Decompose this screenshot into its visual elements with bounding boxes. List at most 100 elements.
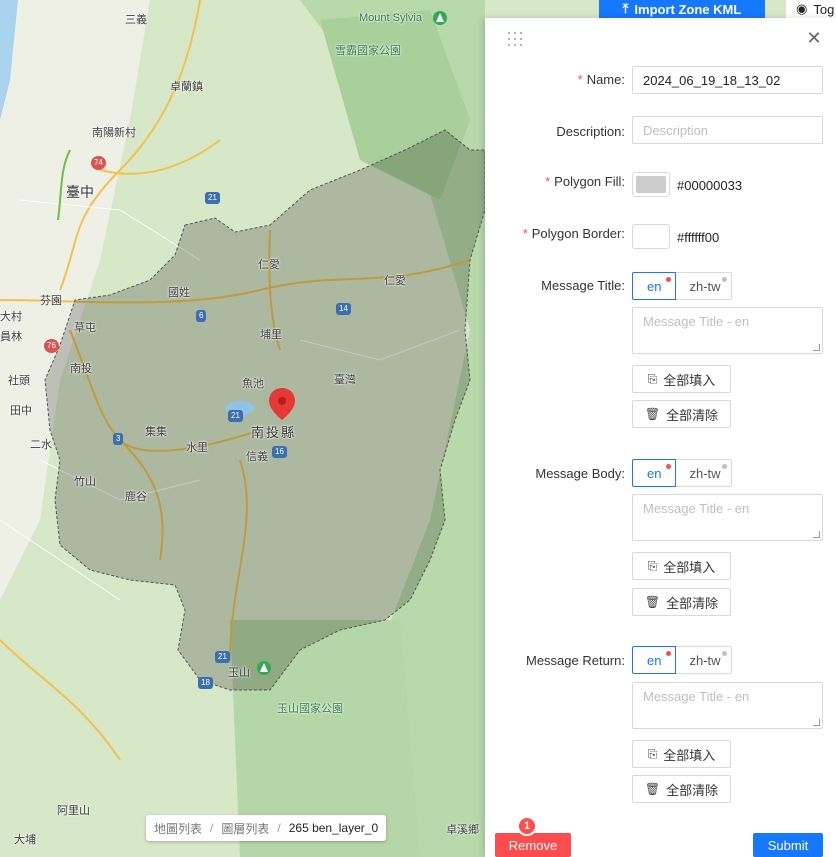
map-label: Mount Sylvia <box>359 12 422 24</box>
polygon-border-label: * Polygon Border: <box>522 226 625 241</box>
name-input[interactable]: 2024_06_19_18_13_02 <box>632 66 823 94</box>
resize-grip-icon <box>813 531 820 538</box>
map-label: 仁愛 <box>258 259 280 271</box>
name-label: * Name: <box>577 72 625 87</box>
message-title-tab-zh-tw[interactable]: zh-tw <box>676 272 732 300</box>
map-label: 鹿谷 <box>125 491 147 503</box>
map-label: 南投 <box>70 363 92 375</box>
eye-icon: ◉ <box>796 1 808 16</box>
message-return-textarea[interactable]: Message Title - en <box>632 682 823 729</box>
map-label: 卓蘭鎮 <box>170 81 203 93</box>
polygon-border-value: #ffffff00 <box>677 230 720 245</box>
message-return-tab-en[interactable]: en <box>632 646 677 674</box>
road-shield: 16 <box>272 446 287 458</box>
map-label: 社頭 <box>8 375 30 387</box>
map-label: 二水 <box>30 439 52 451</box>
polygon-border-swatch <box>636 228 666 245</box>
map-label: 三義 <box>125 14 147 26</box>
copy-icon: ⎘ <box>647 371 658 386</box>
map-label: 埔里 <box>260 329 282 341</box>
resize-grip-icon <box>813 344 820 351</box>
breadcrumb-separator: / <box>277 821 281 835</box>
map-label: 南陽新村 <box>92 127 136 139</box>
submit-button[interactable]: Submit <box>753 833 823 857</box>
road-shield: 21 <box>205 192 220 204</box>
message-body-tab-zh-tw[interactable]: zh-tw <box>676 459 732 487</box>
map-label: 芬園 <box>40 295 62 307</box>
message-title-label: Message Title: <box>541 278 625 293</box>
road-shield: 21 <box>215 651 230 663</box>
message-return-fill-all-button[interactable]: ⎘ 全部填入 <box>632 740 731 768</box>
remove-button[interactable]: Remove <box>495 833 571 857</box>
polygon-fill-label: * Polygon Fill: <box>545 174 625 189</box>
map-label: 國姓 <box>168 287 190 299</box>
import-zone-kml-label: Import Zone KML <box>634 1 742 17</box>
drag-handle-icon[interactable] <box>508 32 524 48</box>
breadcrumb-item-map-list[interactable]: 地圖列表 <box>154 820 202 837</box>
map-label: 卓溪鄉 <box>446 824 479 836</box>
message-body-textarea[interactable]: Message Title - en <box>632 494 823 541</box>
polygon-fill-swatch <box>636 176 666 193</box>
upload-icon: ⤒ <box>622 1 629 16</box>
message-title-lang-tabs: en zh-tw <box>632 272 732 300</box>
map-label: 竹山 <box>74 476 96 488</box>
map-label: 水里 <box>186 442 208 454</box>
map-label: 員林 <box>0 331 22 343</box>
remove-count-badge: 1 <box>517 816 537 836</box>
map-label: 雪霸國家公園 <box>335 45 401 57</box>
road-shield: 18 <box>198 677 213 689</box>
message-return-tab-zh-tw[interactable]: zh-tw <box>676 646 732 674</box>
trash-icon: 🗑 <box>644 782 661 796</box>
resize-grip-icon <box>813 719 820 726</box>
map-label: 臺灣 <box>334 374 356 386</box>
message-title-clear-all-button[interactable]: 🗑 全部清除 <box>632 400 731 428</box>
map-label: 田中 <box>10 405 32 417</box>
polygon-fill-color-picker[interactable] <box>632 172 670 197</box>
message-body-lang-tabs: en zh-tw <box>632 459 732 487</box>
close-icon[interactable]: ✕ <box>806 29 822 47</box>
polygon-fill-value: #00000033 <box>677 178 743 193</box>
copy-icon: ⎘ <box>647 746 658 761</box>
road-shield: 74 <box>91 156 106 170</box>
import-zone-kml-button[interactable]: ⤒ Import Zone KML <box>599 0 765 18</box>
road-shield: 14 <box>336 303 351 315</box>
trash-icon: 🗑 <box>644 595 661 609</box>
map-label: 大村 <box>0 311 22 323</box>
copy-icon: ⎘ <box>647 558 658 573</box>
polygon-border-color-picker[interactable] <box>632 224 670 249</box>
road-shield: 21 <box>228 410 243 422</box>
toggle-label: Tog <box>813 1 835 17</box>
map-label: 阿里山 <box>57 805 90 817</box>
toggle-button[interactable]: ◉ Tog <box>786 0 836 18</box>
road-shield: 3 <box>113 433 124 445</box>
map-label: 仁愛 <box>384 275 406 287</box>
breadcrumb-separator: / <box>210 821 214 835</box>
zone-edit-drawer: ✕ * Name: 2024_06_19_18_13_02 Description… <box>485 18 836 857</box>
breadcrumb-item-current: 265 ben_layer_0 <box>288 821 379 835</box>
map-label: 大埔 <box>14 834 36 846</box>
message-title-tab-en[interactable]: en <box>632 272 677 300</box>
road-shield: 6 <box>196 310 207 322</box>
map-label: 信義 <box>246 451 268 463</box>
message-return-clear-all-button[interactable]: 🗑 全部清除 <box>632 775 731 803</box>
map-label: 玉山 <box>228 667 250 679</box>
map-label: 玉山國家公園 <box>277 703 343 715</box>
message-body-label: Message Body: <box>535 466 625 481</box>
road-shield: 76 <box>44 339 59 353</box>
message-body-tab-en[interactable]: en <box>632 459 677 487</box>
breadcrumb-item-layer-list[interactable]: 圖層列表 <box>221 820 269 837</box>
map-label: 魚池 <box>242 378 264 390</box>
description-label: Description: <box>556 124 625 139</box>
map-label-county: 南投縣 <box>251 425 297 440</box>
message-body-clear-all-button[interactable]: 🗑 全部清除 <box>632 588 731 616</box>
trash-icon: 🗑 <box>644 407 661 421</box>
map-label: 草屯 <box>74 322 96 334</box>
message-body-fill-all-button[interactable]: ⎘ 全部填入 <box>632 552 731 580</box>
message-return-label: Message Return: <box>525 653 625 668</box>
breadcrumb: 地圖列表 / 圖層列表 / 265 ben_layer_0 <box>146 815 387 841</box>
message-title-textarea[interactable]: Message Title - en <box>632 307 823 354</box>
description-input[interactable]: Description <box>632 116 823 144</box>
message-title-fill-all-button[interactable]: ⎘ 全部填入 <box>632 365 731 393</box>
map-label: 集集 <box>145 426 167 438</box>
message-return-lang-tabs: en zh-tw <box>632 646 732 674</box>
